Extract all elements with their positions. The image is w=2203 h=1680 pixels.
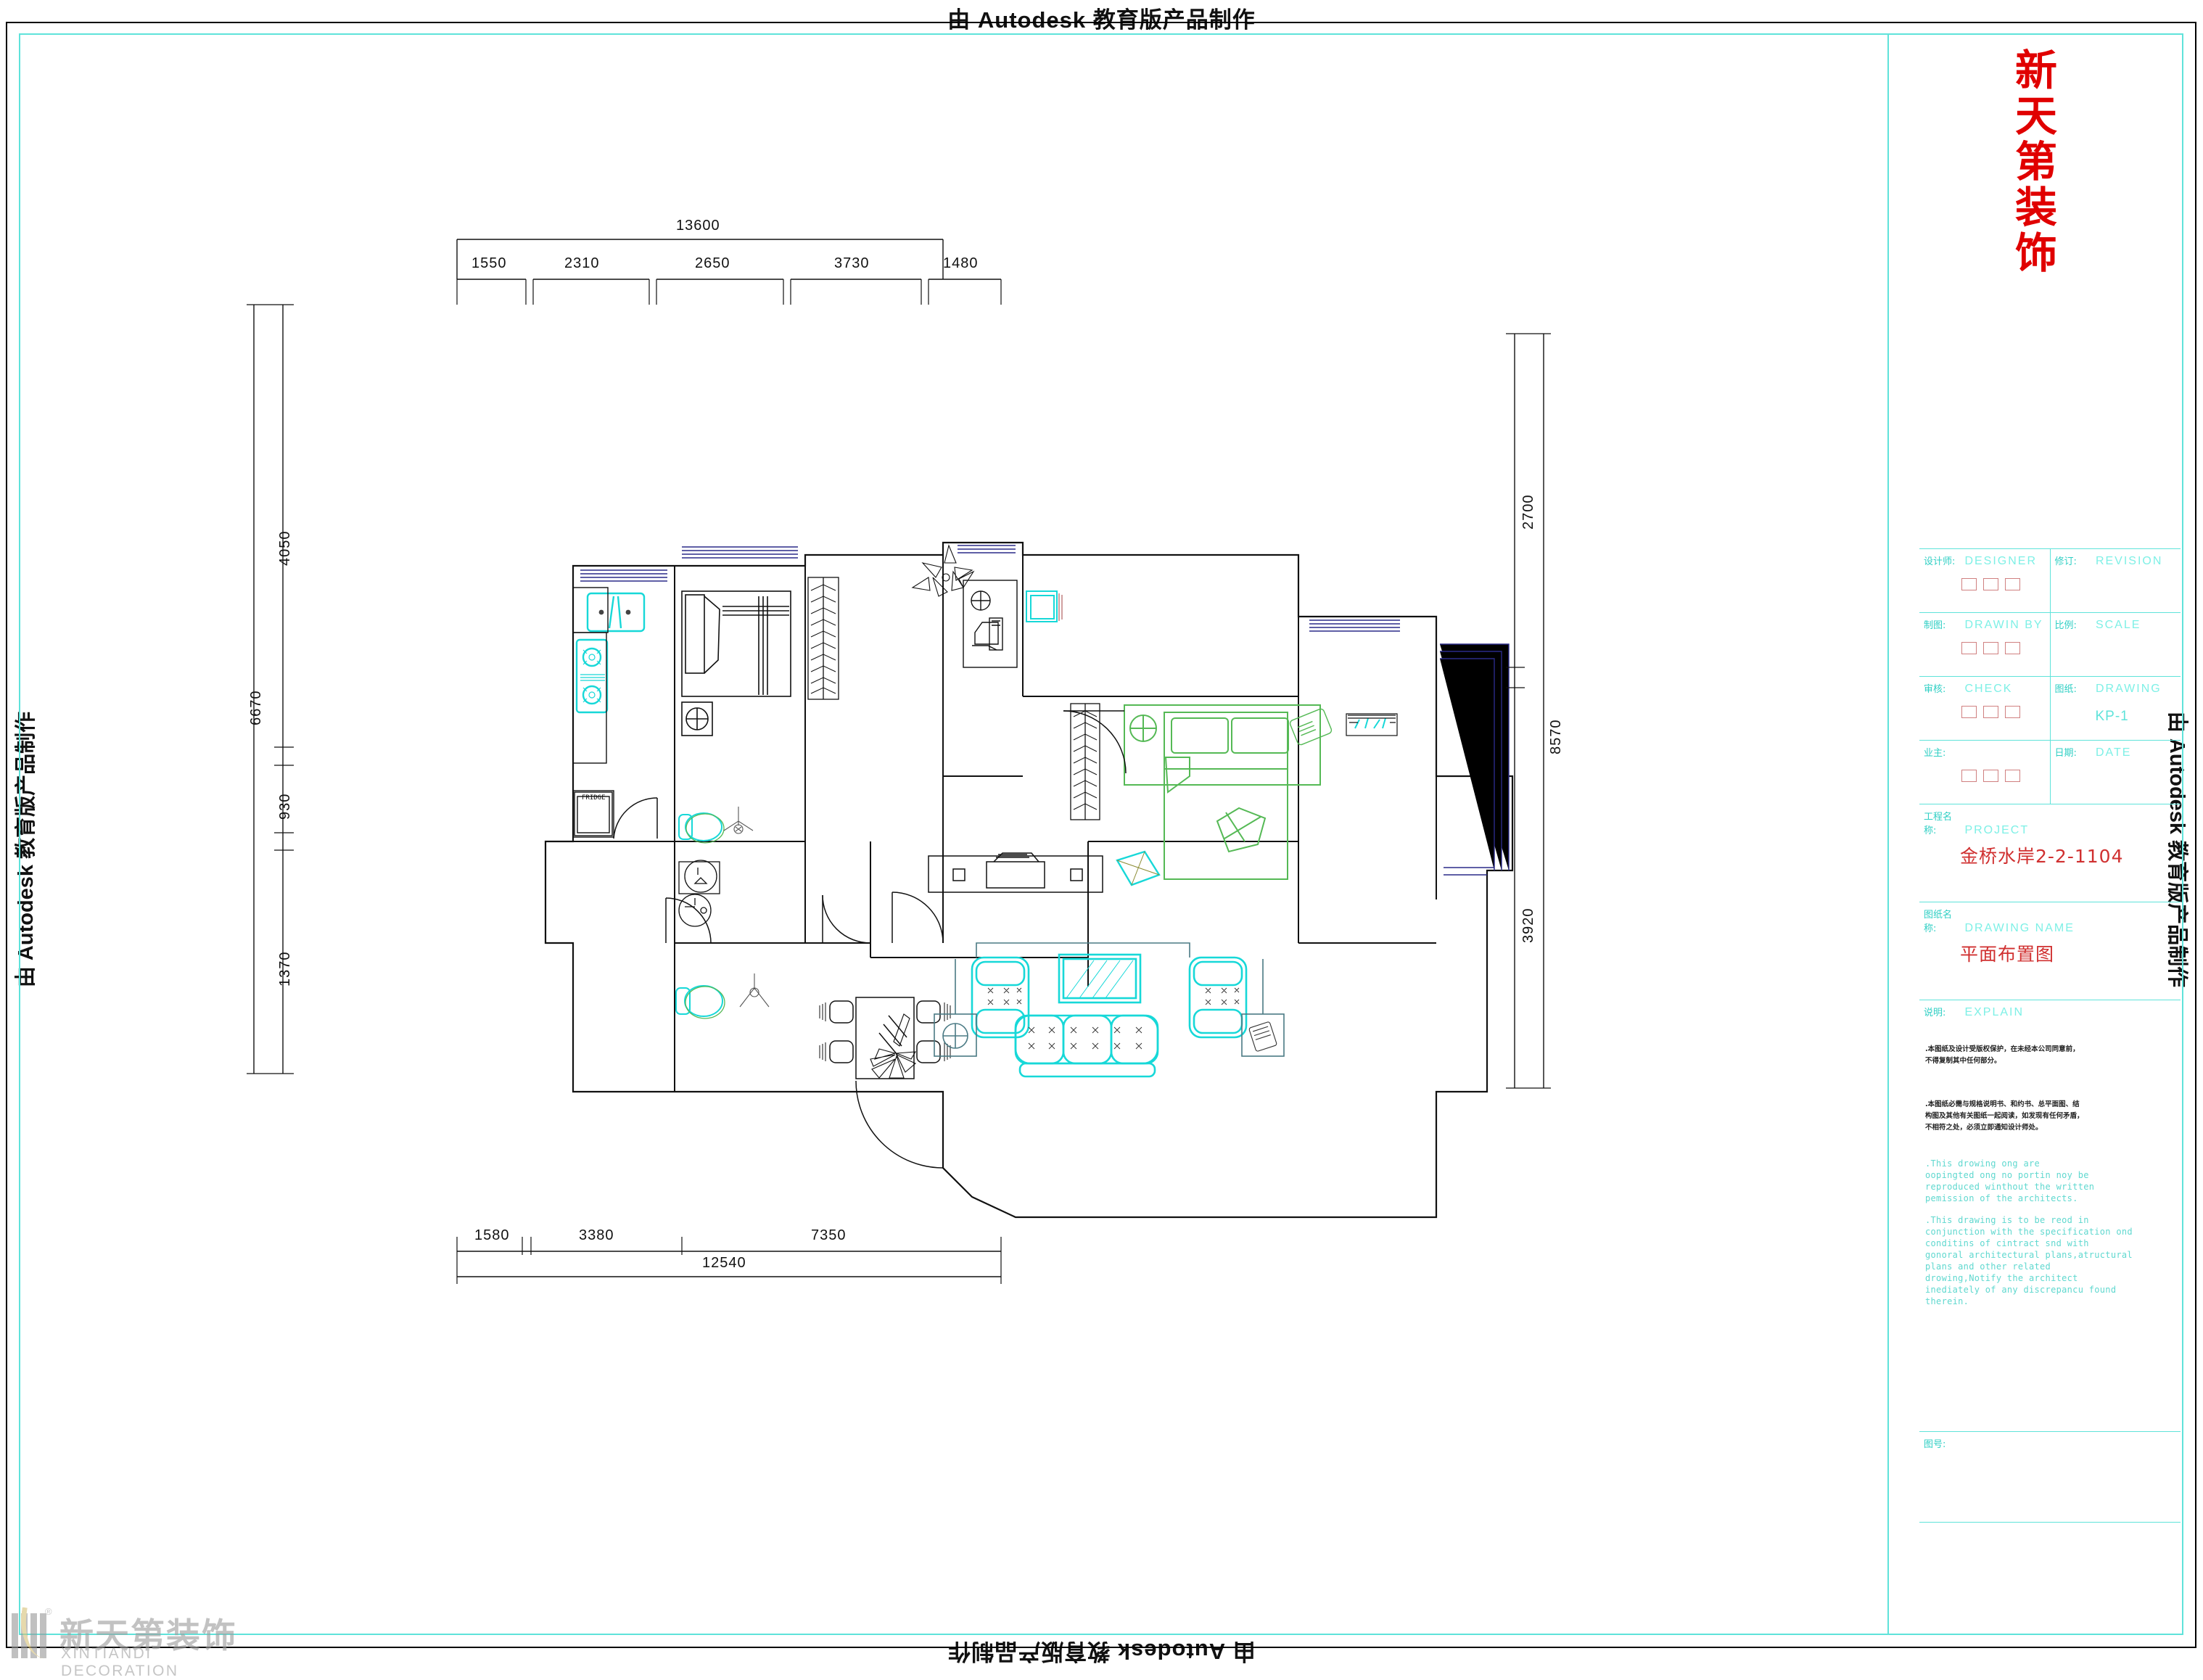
project-label-cn: 工程名称: bbox=[1924, 812, 1953, 836]
cell-label-cn: 审核: bbox=[1924, 684, 1946, 695]
cell-label-cn: 设计师: bbox=[1924, 556, 1956, 567]
cell-label-cn: 日期: bbox=[2054, 748, 2077, 759]
cell-label-cn: 业主: bbox=[1924, 748, 1946, 759]
dim-top-seg-2: 2650 bbox=[695, 255, 730, 271]
dim-top-total: 13600 bbox=[676, 218, 720, 234]
dim-left-seg-0: 4050 bbox=[277, 530, 293, 567]
note-cn-3: 构图及其他有关图纸一起阅读，如发现有任何矛盾， bbox=[1925, 1112, 2084, 1120]
cell-label-en: DRAWING bbox=[2095, 683, 2162, 695]
dim-bottom-seg-0: 1580 bbox=[474, 1227, 510, 1243]
drawing-no-label-cn: 图号: bbox=[1924, 1439, 1946, 1450]
note-en-5: conjunction with the specification ond bbox=[1925, 1227, 2133, 1237]
cell-designer[interactable]: 设计师: DESIGNER bbox=[1919, 549, 2050, 612]
dim-top-seg-4: 1480 bbox=[943, 255, 979, 271]
drawing-label-cn: 图纸名称: bbox=[1924, 910, 1953, 934]
logo-char-2: 第 bbox=[2014, 137, 2057, 186]
cell-owner[interactable]: 业主: bbox=[1919, 741, 2050, 804]
note-cn-2: .本图纸必需与规格说明书、和约书、总平面图、结 bbox=[1925, 1100, 2080, 1108]
dim-left-total: 6670 bbox=[248, 690, 264, 726]
drawing-number-value: KP-1 bbox=[2095, 709, 2129, 724]
cell-label-en: REVISION bbox=[2095, 555, 2163, 567]
logo-char-4: 饰 bbox=[2014, 228, 2057, 278]
cell-project[interactable]: 工程名称: PROJECT 金桥水岸2-2-1104 bbox=[1919, 804, 2181, 902]
note-en-10: inediately of any discrepancu found bbox=[1925, 1285, 2117, 1295]
title-block-table: 设计师: DESIGNER 修订: REVISION 制图: DRAWIN BY… bbox=[1919, 548, 2181, 1523]
note-en-0: .This drowing ong are bbox=[1925, 1158, 2041, 1169]
input-boxes[interactable] bbox=[1961, 642, 2020, 654]
input-boxes[interactable] bbox=[1961, 706, 2020, 718]
brand-watermark: ® 新天第装饰 XINTIANDI DECORATION bbox=[12, 1606, 273, 1679]
note-cn-4: 不相符之处，必须立即通知设计师处。 bbox=[1925, 1124, 2043, 1132]
note-en-3: pemission of the architects. bbox=[1925, 1193, 2078, 1203]
explain-label-en: EXPLAIN bbox=[1964, 1006, 2025, 1018]
table-row: 制图: DRAWIN BY 比例: SCALE bbox=[1919, 613, 2181, 677]
cell-check[interactable]: 审核: CHECK bbox=[1919, 677, 2050, 740]
input-boxes[interactable] bbox=[1961, 578, 2020, 590]
cell-drawing-no-field[interactable]: 图号: bbox=[1919, 1432, 2181, 1523]
note-cn-0: .本图纸及设计受版权保护，在未经本公司同意前， bbox=[1925, 1045, 2080, 1053]
fridge-label: FRIDGE bbox=[582, 794, 606, 802]
project-value: 金桥水岸2-2-1104 bbox=[1960, 846, 2124, 867]
explain-label-cn: 说明: bbox=[1924, 1008, 1946, 1018]
cell-label-en: DRAWIN BY bbox=[1964, 619, 2043, 631]
project-label-en: PROJECT bbox=[1964, 824, 2030, 836]
note-en-9: drowing,Notify the architect bbox=[1925, 1273, 2078, 1283]
dim-right-seg-0: 2700 bbox=[1520, 494, 1536, 530]
floor-plan: FRIDGE 13600 1550 2310 2650 3730 1480 15… bbox=[247, 218, 1596, 1284]
note-en-1: oopingted ong no portin noy be bbox=[1925, 1170, 2089, 1180]
brand-name-en: XINTIANDI DECORATION bbox=[61, 1645, 179, 1679]
cell-label-cn: 修订: bbox=[2054, 556, 2077, 567]
note-en-8: plans and other related bbox=[1925, 1261, 2051, 1272]
company-logo: 新 天 第 装 饰 bbox=[1889, 48, 2183, 276]
table-row: 业主: 日期: DATE bbox=[1919, 741, 2181, 804]
cell-revision[interactable]: 修订: REVISION bbox=[2049, 549, 2181, 612]
title-block: 新 天 第 装 饰 设计师: DESIGNER 修订: REVISION 制图:… bbox=[1889, 33, 2183, 1635]
registered-icon: ® bbox=[45, 1606, 52, 1617]
cell-drawn-by[interactable]: 制图: DRAWIN BY bbox=[1919, 613, 2050, 676]
dim-right-total: 8570 bbox=[1548, 719, 1564, 755]
input-boxes[interactable] bbox=[1961, 770, 2020, 782]
dim-top-seg-0: 1550 bbox=[472, 255, 507, 271]
cell-date[interactable]: 日期: DATE bbox=[2049, 741, 2181, 804]
table-row: 审核: CHECK 图纸: DRAWING KP-1 bbox=[1919, 677, 2181, 741]
note-en-7: gonoral architectural plans,atructural bbox=[1925, 1250, 2133, 1260]
cell-drawing-name[interactable]: 图纸名称: DRAWING NAME 平面布置图 bbox=[1919, 902, 2181, 1000]
note-en-11: therein. bbox=[1925, 1296, 1969, 1306]
cell-label-en: SCALE bbox=[2095, 619, 2141, 631]
dim-bottom-seg-1: 3380 bbox=[579, 1227, 614, 1243]
drawing-label-en: DRAWING NAME bbox=[1964, 922, 2075, 934]
dim-left-seg-2: 1370 bbox=[277, 951, 293, 987]
dim-bottom-seg-2: 7350 bbox=[811, 1227, 847, 1243]
cell-explain: 说明: EXPLAIN .本图纸及设计受版权保护，在未经本公司同意前， 不得复制… bbox=[1919, 1000, 2181, 1432]
note-en-2: reproduced winthout the written bbox=[1925, 1182, 2095, 1192]
cell-label-en: DATE bbox=[2095, 746, 2132, 759]
cell-label-en: CHECK bbox=[1964, 683, 2013, 695]
cell-label-cn: 比例: bbox=[2054, 620, 2077, 631]
dim-bottom-total: 12540 bbox=[702, 1255, 746, 1271]
dim-top-seg-3: 3730 bbox=[834, 255, 870, 271]
cell-scale[interactable]: 比例: SCALE bbox=[2049, 613, 2181, 676]
cell-label-cn: 图纸: bbox=[2054, 684, 2077, 695]
logo-char-3: 装 bbox=[2014, 183, 2057, 232]
logo-char-0: 新 bbox=[2014, 46, 2057, 95]
dim-right-seg-1: 3920 bbox=[1520, 907, 1536, 944]
cell-drawing-no[interactable]: 图纸: DRAWING KP-1 bbox=[2049, 677, 2181, 740]
table-row: 设计师: DESIGNER 修订: REVISION bbox=[1919, 549, 2181, 613]
cell-label-cn: 制图: bbox=[1924, 620, 1946, 631]
drawing-name-value: 平面布置图 bbox=[1960, 944, 2055, 965]
note-en-4: .This drawing is to be reod in bbox=[1925, 1215, 2089, 1225]
note-cn-1: 不得复制其中任何部分。 bbox=[1925, 1057, 2001, 1065]
note-en-6: conditins of cintract snd with bbox=[1925, 1238, 2089, 1248]
dim-top-seg-1: 2310 bbox=[564, 255, 600, 271]
cell-label-en: DESIGNER bbox=[1964, 555, 2038, 567]
logo-char-1: 天 bbox=[2014, 91, 2057, 141]
dim-left-seg-1: 930 bbox=[277, 793, 293, 820]
